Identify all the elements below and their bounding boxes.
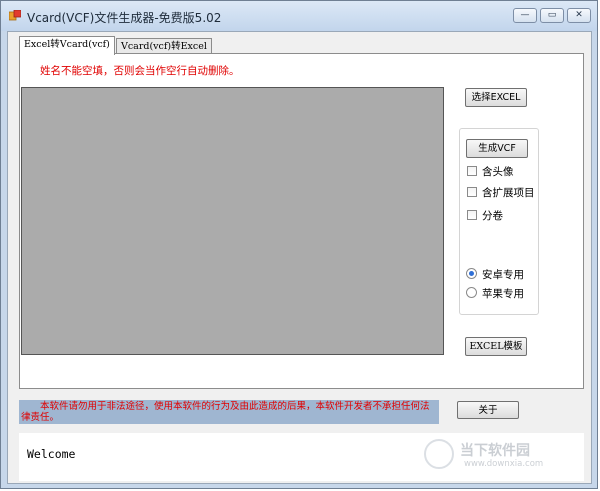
watermark-logo-icon — [424, 439, 454, 469]
android-option[interactable]: 安卓专用 — [466, 267, 524, 281]
watermark-text: 当下软件园 — [460, 443, 530, 459]
tab-excel-to-vcard[interactable]: Excel转Vcard(vcf) — [19, 36, 115, 55]
app-window: Vcard(VCF)文件生成器-免费版5.02 — ▭ ✕ Excel转Vcar… — [0, 0, 598, 489]
generate-vcf-button[interactable]: 生成VCF — [466, 139, 528, 158]
select-excel-button[interactable]: 选择EXCEL — [465, 88, 527, 107]
include-avatar-option[interactable]: 含头像 — [467, 164, 514, 178]
tab-panel: 姓名不能空填，否则会当作空行自动删除。 选择EXCEL 生成VCF 含头像 含扩… — [19, 53, 584, 389]
android-label: 安卓专用 — [482, 269, 524, 281]
include-avatar-label: 含头像 — [482, 166, 514, 178]
apple-label: 苹果专用 — [482, 288, 524, 300]
include-extended-option[interactable]: 含扩展项目 — [467, 185, 535, 199]
title-bar[interactable]: Vcard(VCF)文件生成器-免费版5.02 — ▭ ✕ — [1, 1, 597, 31]
options-groupbox: 生成VCF 含头像 含扩展项目 分卷 安卓专用 苹果专用 — [459, 128, 539, 315]
minimize-button[interactable]: — — [513, 8, 537, 23]
name-required-warning: 姓名不能空填，否则会当作空行自动删除。 — [40, 65, 240, 77]
client-area: Excel转Vcard(vcf) Vcard(vcf)转Excel 姓名不能空填… — [7, 31, 592, 484]
log-output: Welcome 当下软件园 www.downxia.com — [19, 433, 584, 481]
disclaimer-text: 本软件请勿用于非法途径，使用本软件的行为及由此造成的后果，本软件开发者不承担任何… — [19, 400, 439, 424]
app-icon — [9, 10, 21, 21]
apple-radio[interactable] — [466, 287, 477, 298]
watermark-url: www.downxia.com — [464, 459, 544, 469]
split-volumes-option[interactable]: 分卷 — [467, 208, 503, 222]
split-volumes-checkbox[interactable] — [467, 210, 477, 220]
watermark: 当下软件园 www.downxia.com — [424, 437, 574, 473]
maximize-button[interactable]: ▭ — [540, 8, 564, 23]
data-grid[interactable] — [21, 87, 444, 355]
close-button[interactable]: ✕ — [567, 8, 591, 23]
apple-option[interactable]: 苹果专用 — [466, 286, 524, 300]
window-title: Vcard(VCF)文件生成器-免费版5.02 — [27, 11, 222, 25]
log-text: Welcome — [27, 447, 76, 461]
excel-template-button[interactable]: EXCEL模板 — [465, 337, 527, 356]
android-radio[interactable] — [466, 268, 477, 279]
include-extended-checkbox[interactable] — [467, 187, 477, 197]
include-extended-label: 含扩展项目 — [482, 187, 535, 199]
split-volumes-label: 分卷 — [482, 210, 503, 222]
include-avatar-checkbox[interactable] — [467, 166, 477, 176]
about-button[interactable]: 关于 — [457, 401, 519, 419]
